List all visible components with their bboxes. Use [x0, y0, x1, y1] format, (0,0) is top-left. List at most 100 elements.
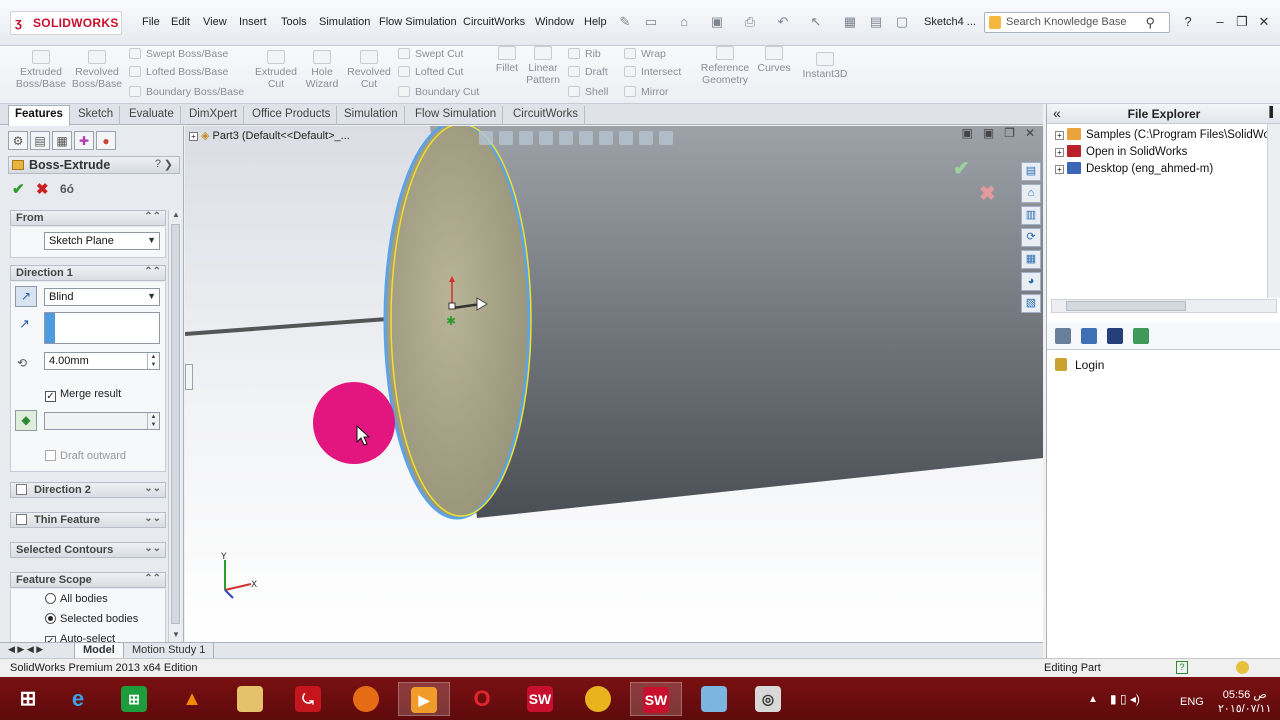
- tab-motion-study-1[interactable]: Motion Study 1: [124, 643, 215, 658]
- rebuild-icon[interactable]: ▦: [842, 14, 858, 30]
- reverse-direction-icon[interactable]: ↗: [15, 286, 37, 307]
- collapse-icon[interactable]: ❯: [164, 158, 173, 171]
- custom-properties-icon[interactable]: ▧: [1021, 294, 1041, 313]
- taskbar-image-viewer[interactable]: [688, 682, 740, 716]
- minimize-icon[interactable]: –: [1212, 14, 1228, 30]
- help-button[interactable]: ?: [155, 158, 161, 170]
- help-icon[interactable]: ?: [1180, 14, 1196, 30]
- quick-tips-icon[interactable]: ?: [1176, 661, 1188, 674]
- file-explorer-item[interactable]: + Desktop (eng_ahmed-m): [1055, 162, 1213, 175]
- boundary-cut-button[interactable]: Boundary Cut: [398, 86, 479, 98]
- intersect-button[interactable]: Intersect: [624, 66, 681, 78]
- tab-sketch[interactable]: Sketch: [72, 106, 121, 125]
- restore-icon[interactable]: ❐: [1234, 14, 1250, 30]
- collapse-chevron-icon[interactable]: ⌃⌃: [144, 211, 161, 222]
- model-canvas[interactable]: ✱: [185, 126, 1043, 642]
- feature-manager-tab-icon[interactable]: ⚙: [8, 131, 28, 150]
- apply-scene-icon[interactable]: [639, 131, 653, 145]
- menu-tools[interactable]: Tools: [281, 16, 307, 28]
- expand-icon[interactable]: +: [189, 132, 198, 141]
- dimxpert-manager-tab-icon[interactable]: ✚: [74, 131, 94, 150]
- file-explorer-icon[interactable]: ⟳: [1021, 228, 1041, 247]
- menu-file[interactable]: File: [142, 16, 160, 28]
- options-icon[interactable]: ▢: [894, 14, 910, 30]
- instant3d-button[interactable]: Instant3D: [798, 52, 852, 80]
- panel-flyout-toggle[interactable]: [185, 364, 193, 390]
- display-manager-tab-icon[interactable]: ●: [96, 131, 116, 150]
- hole-wizard-button[interactable]: Hole Wizard: [302, 50, 342, 90]
- viewport-close-icon[interactable]: ✕: [1025, 126, 1035, 140]
- swept-boss-button[interactable]: Swept Boss/Base: [129, 48, 228, 60]
- tab-model[interactable]: Model: [74, 643, 124, 658]
- all-bodies-radio[interactable]: All bodies: [45, 593, 108, 605]
- collapse-chevron-icon[interactable]: ⌃⌃: [144, 266, 161, 277]
- language-indicator[interactable]: ENG: [1180, 696, 1204, 708]
- origin-handle[interactable]: [448, 302, 456, 310]
- thin-feature-group-header[interactable]: Thin Feature ⌄⌄: [10, 512, 166, 528]
- taskbar-acrobat[interactable]: ⤿: [282, 682, 334, 716]
- expand-chevron-icon[interactable]: ⌄⌄: [144, 513, 161, 524]
- taskbar-vlc[interactable]: ▲: [166, 682, 218, 716]
- hide-show-icon[interactable]: [599, 131, 613, 145]
- direction-vector-field[interactable]: [44, 312, 160, 344]
- viewport-restore-icon[interactable]: ❐: [1004, 126, 1015, 140]
- cancel-button[interactable]: ✖: [36, 180, 49, 198]
- tab-features[interactable]: Features: [8, 105, 70, 126]
- end-condition-select[interactable]: Blind ▼: [44, 288, 160, 306]
- help-document-icon[interactable]: [1081, 328, 1097, 344]
- clock[interactable]: 05:56 ص ٢٠١٥/٠٧/١١: [1218, 688, 1271, 716]
- expand-icon[interactable]: +: [1055, 131, 1064, 140]
- reference-geometry-button[interactable]: Reference Geometry: [698, 46, 752, 86]
- menu-insert[interactable]: Insert: [239, 16, 267, 28]
- taskbar-opera[interactable]: O: [456, 682, 508, 716]
- fillet-button[interactable]: Fillet: [490, 46, 524, 74]
- zoom-to-fit-icon[interactable]: [479, 131, 493, 145]
- file-properties-icon[interactable]: ▤: [868, 14, 884, 30]
- direction2-group-header[interactable]: Direction 2 ⌄⌄: [10, 482, 166, 498]
- expand-chevron-icon[interactable]: ⌄⌄: [144, 543, 161, 554]
- tray-icons[interactable]: ▮ ▯ ◂): [1110, 692, 1140, 706]
- selected-contours-group-header[interactable]: Selected Contours ⌄⌄: [10, 542, 166, 558]
- scroll-down-icon[interactable]: ▼: [172, 630, 180, 639]
- pin-icon[interactable]: ✎: [617, 14, 633, 30]
- menu-flow-simulation[interactable]: Flow Simulation: [379, 16, 457, 28]
- taskbar-chrome[interactable]: [572, 682, 624, 716]
- shell-button[interactable]: Shell: [568, 86, 608, 98]
- confirm-corner-cancel-icon[interactable]: ✖: [979, 183, 996, 205]
- start-button[interactable]: ⊞: [2, 682, 54, 716]
- merge-result-checkbox[interactable]: ✓ Merge result: [45, 388, 121, 402]
- feature-scope-group-header[interactable]: Feature Scope ⌃⌃: [10, 572, 166, 588]
- expand-icon[interactable]: +: [1055, 148, 1064, 157]
- viewport-minimize-icon[interactable]: ▣: [983, 126, 994, 140]
- scroll-up-icon[interactable]: ▲: [172, 210, 180, 219]
- solidworks-logo[interactable]: ʒ SOLIDWORKS: [10, 11, 122, 35]
- taskbar-ie[interactable]: e: [52, 682, 104, 716]
- lofted-boss-button[interactable]: Lofted Boss/Base: [129, 66, 228, 78]
- auto-select-checkbox[interactable]: ✓ Auto-select: [45, 633, 115, 642]
- lofted-cut-button[interactable]: Lofted Cut: [398, 66, 463, 78]
- menu-window[interactable]: Window: [535, 16, 574, 28]
- edit-appearance-icon[interactable]: [619, 131, 633, 145]
- ok-button[interactable]: ✔: [12, 180, 25, 198]
- mirror-button[interactable]: Mirror: [624, 86, 668, 98]
- taskbar-camera[interactable]: ◎: [742, 682, 794, 716]
- view-orientation-icon[interactable]: [559, 131, 573, 145]
- preview-icon[interactable]: 6ó: [60, 182, 74, 196]
- selected-bodies-radio[interactable]: Selected bodies: [45, 613, 138, 625]
- cylinder-end-face[interactable]: [383, 126, 531, 520]
- undo-icon[interactable]: ↶: [775, 14, 791, 30]
- search-icon[interactable]: ⚲: [1145, 15, 1155, 31]
- menu-circuitworks[interactable]: CircuitWorks: [463, 16, 525, 28]
- linear-pattern-button[interactable]: Linear Pattern: [522, 46, 564, 86]
- taskbar-store[interactable]: ⊞: [108, 682, 160, 716]
- tab-simulation[interactable]: Simulation: [338, 106, 405, 125]
- property-manager-tab-icon[interactable]: ▤: [30, 131, 50, 150]
- rebuild-status-icon[interactable]: [1236, 661, 1249, 674]
- configuration-manager-tab-icon[interactable]: ▦: [52, 131, 72, 150]
- save-icon[interactable]: [1107, 328, 1123, 344]
- thin-feature-checkbox[interactable]: [16, 514, 27, 525]
- login-link[interactable]: Login: [1055, 358, 1104, 372]
- boundary-boss-button[interactable]: Boundary Boss/Base: [129, 86, 244, 98]
- previous-view-icon[interactable]: [519, 131, 533, 145]
- file-explorer-item[interactable]: + Open in SolidWorks: [1055, 145, 1187, 158]
